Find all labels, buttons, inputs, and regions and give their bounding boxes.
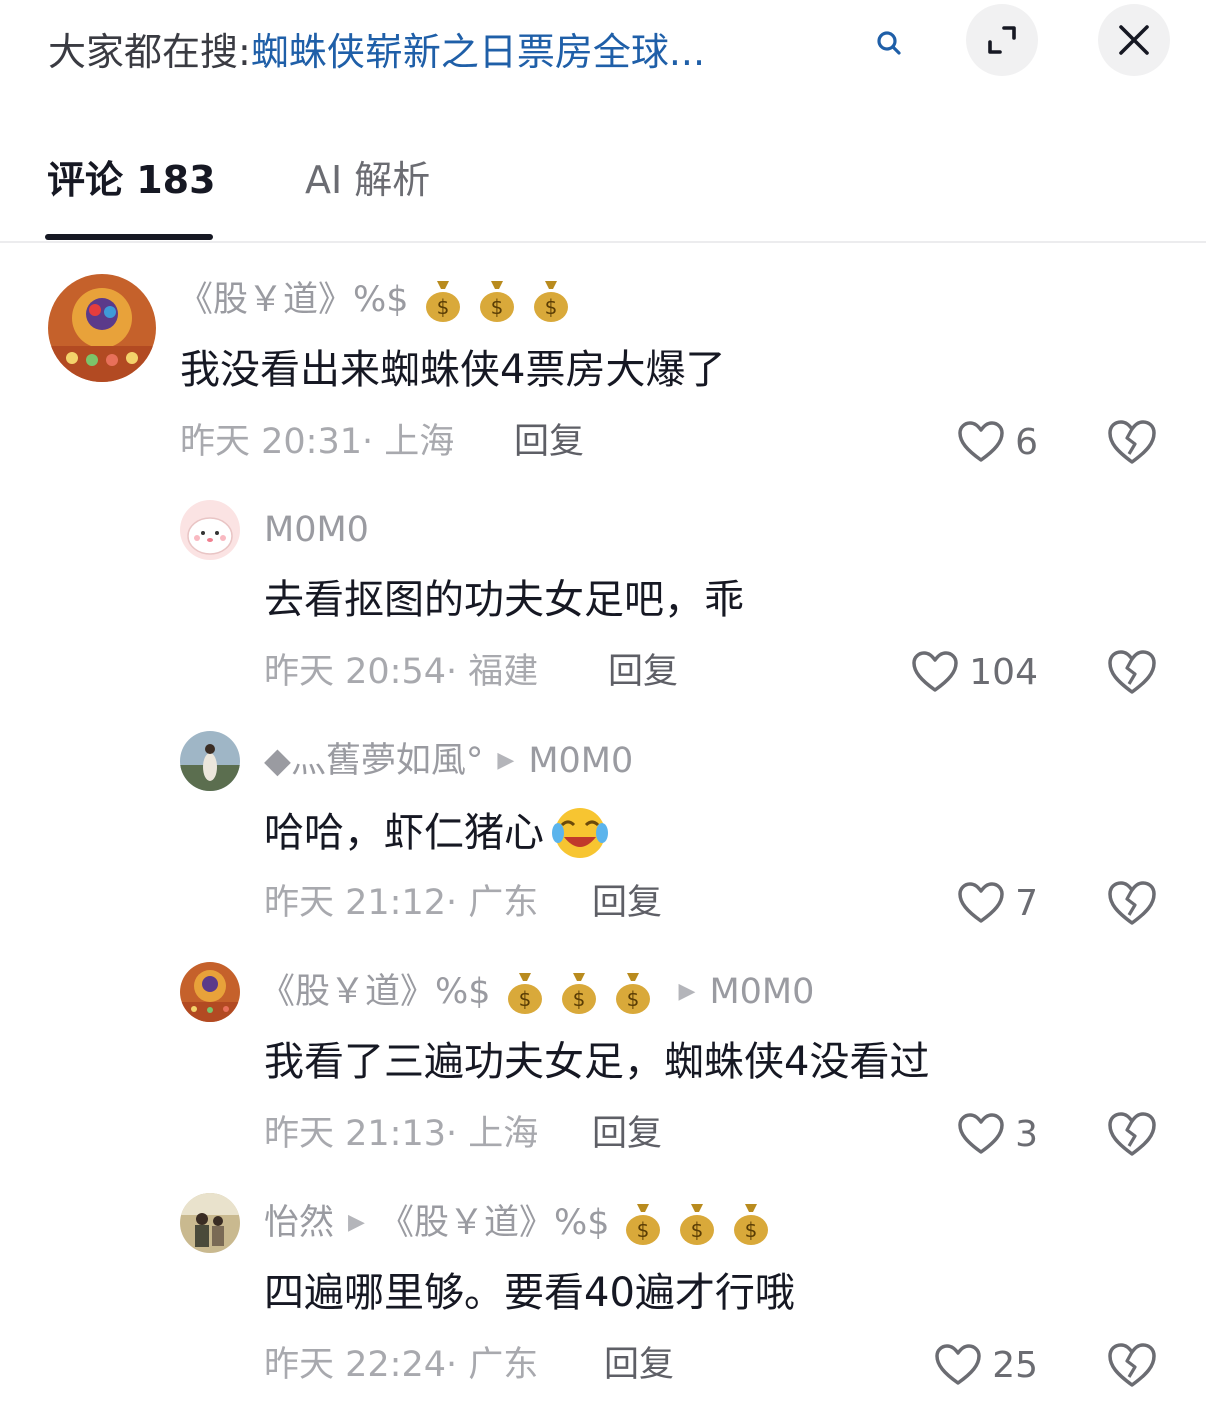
reply-button[interactable]: 回复 [592, 1110, 662, 1158]
money-bag-icon: $ [533, 281, 568, 322]
money-bag-icon: $ [479, 281, 514, 322]
comment-text: 哈哈，虾仁猪心 [264, 803, 608, 863]
reply-to-name[interactable]: M0M0 [709, 968, 814, 1016]
comment-author[interactable]: 怡然 ▶ 《股￥道》%$ $ $ $ [264, 1199, 771, 1247]
money-bag-icon: $ [507, 973, 542, 1014]
comment-time-location: 昨天 20:31· 上海 [180, 422, 455, 462]
comment-time-location: 昨天 20:54· 福建 [264, 652, 539, 692]
tab-bar: 评论 183 AI 解析 [0, 140, 1206, 243]
svg-text:$: $ [626, 987, 639, 1011]
comment-author[interactable]: ◆灬舊夢如風° ▶ M0M0 [264, 737, 633, 785]
svg-text:$: $ [490, 295, 503, 319]
author-name: M0M0 [264, 510, 369, 550]
svg-text:$: $ [637, 1218, 650, 1242]
reply-button[interactable]: 回复 [592, 879, 662, 927]
comment-item: 《股￥道》%$ $ $ $ ▶ M0M0 我看了三遍功夫女足，蜘蛛侠4没看过 昨… [0, 958, 1206, 1168]
trending-search-term[interactable]: 蜘蛛侠崭新之日票房全球... [251, 30, 705, 74]
comment-time-location: 昨天 22:24· 广东 [264, 1345, 539, 1385]
tab-comments[interactable]: 评论 183 [47, 154, 216, 206]
heart-icon [935, 1344, 981, 1385]
money-bag-emojis: $ $ $ [623, 1200, 771, 1246]
like-button[interactable]: 7 [900, 877, 1038, 929]
reply-arrow-icon: ▶ [348, 1210, 365, 1235]
comment-item: 怡然 ▶ 《股￥道》%$ $ $ $ 四遍哪里够。要看40遍才行哦 昨天 22:… [0, 1189, 1206, 1399]
heart-icon [958, 421, 1004, 462]
comment-time-location: 昨天 21:12· 广东 [264, 883, 539, 923]
comment-author[interactable]: 《股￥道》%$ $ $ $ [178, 276, 571, 324]
broken-heart-icon[interactable] [1106, 1339, 1158, 1391]
reply-to-name[interactable]: M0M0 [528, 737, 633, 785]
tab-ai-analysis[interactable]: AI 解析 [305, 154, 430, 206]
author-name: 怡然 [264, 1203, 335, 1243]
broken-heart-icon[interactable] [1106, 646, 1158, 698]
trending-search[interactable]: 大家都在搜:蜘蛛侠崭新之日票房全球... [48, 24, 848, 80]
search-icon[interactable] [872, 26, 908, 62]
active-tab-indicator [45, 234, 213, 240]
comment-text: 我看了三遍功夫女足，蜘蛛侠4没看过 [264, 1039, 930, 1085]
comment-author[interactable]: 《股￥道》%$ $ $ $ ▶ M0M0 [260, 968, 814, 1016]
like-count: 6 [1015, 421, 1038, 463]
avatar[interactable] [180, 962, 240, 1022]
like-count: 3 [1015, 1113, 1038, 1155]
reply-arrow-icon: ▶ [497, 748, 515, 773]
like-button[interactable]: 6 [900, 416, 1038, 468]
like-button[interactable]: 104 [880, 646, 1038, 698]
avatar[interactable] [180, 1193, 240, 1253]
comment-item: M0M0 去看抠图的功夫女足吧，乖 昨天 20:54· 福建 回复 104 [0, 496, 1206, 706]
reply-arrow-icon: ▶ [678, 979, 696, 1004]
comment-text: 我没看出来蜘蛛侠4票房大爆了 [180, 347, 726, 393]
heart-icon [958, 1113, 1004, 1154]
svg-text:$: $ [745, 1218, 758, 1242]
comment-time-location: 昨天 21:13· 上海 [264, 1114, 539, 1154]
avatar[interactable] [48, 274, 156, 382]
broken-heart-icon[interactable] [1106, 877, 1158, 929]
svg-text:$: $ [518, 987, 531, 1011]
money-bag-emojis: $ $ $ [423, 277, 571, 323]
svg-text:$: $ [691, 1218, 704, 1242]
trending-search-prefix: 大家都在搜: [48, 30, 251, 74]
expand-button[interactable] [966, 4, 1038, 76]
reply-button[interactable]: 回复 [608, 648, 678, 696]
close-button[interactable] [1098, 4, 1170, 76]
comment-text: 去看抠图的功夫女足吧，乖 [264, 577, 744, 623]
like-count: 7 [1015, 882, 1038, 924]
expand-icon [988, 26, 1016, 54]
comment-text-content: 哈哈，虾仁猪心 [264, 810, 544, 856]
money-bag-icon: $ [615, 973, 650, 1014]
svg-text:$: $ [544, 295, 557, 319]
like-button[interactable]: 25 [900, 1339, 1038, 1391]
money-bag-icon: $ [734, 1204, 769, 1245]
money-bag-icon: $ [680, 1204, 715, 1245]
top-bar: 大家都在搜:蜘蛛侠崭新之日票房全球... [0, 0, 1206, 110]
money-bag-emojis: $ $ $ [505, 969, 653, 1015]
comment-text: 四遍哪里够。要看40遍才行哦 [264, 1270, 795, 1316]
reply-button[interactable]: 回复 [514, 418, 584, 466]
broken-heart-icon[interactable] [1106, 1108, 1158, 1160]
comment-author[interactable]: M0M0 [264, 506, 369, 554]
reply-button[interactable]: 回复 [604, 1341, 674, 1389]
avatar[interactable] [180, 731, 240, 791]
like-count: 104 [969, 651, 1038, 693]
money-bag-icon: $ [626, 1204, 661, 1245]
broken-heart-icon[interactable] [1106, 416, 1158, 468]
money-bag-icon: $ [561, 973, 596, 1014]
svg-text:$: $ [436, 295, 449, 319]
author-name: 《股￥道》%$ [260, 972, 491, 1012]
comment-item: ◆灬舊夢如風° ▶ M0M0 哈哈，虾仁猪心 昨天 21:12· 广东 回复 7 [0, 727, 1206, 937]
author-name: ◆灬舊夢如風° [264, 741, 484, 781]
money-bag-icon: $ [425, 281, 460, 322]
like-button[interactable]: 3 [900, 1108, 1038, 1160]
heart-icon [912, 651, 959, 692]
author-name: 《股￥道》%$ [178, 280, 409, 320]
reply-to-name[interactable]: 《股￥道》%$ [379, 1199, 610, 1247]
avatar[interactable] [180, 500, 240, 560]
comment-item: 《股￥道》%$ $ $ $ 我没看出来蜘蛛侠4票房大爆了 昨天 20:31· 上… [0, 270, 1206, 480]
like-count: 25 [992, 1344, 1038, 1386]
svg-text:$: $ [572, 987, 585, 1011]
laughing-crying-emoji-icon [552, 808, 608, 858]
close-icon [1119, 25, 1149, 55]
heart-icon [958, 882, 1004, 923]
